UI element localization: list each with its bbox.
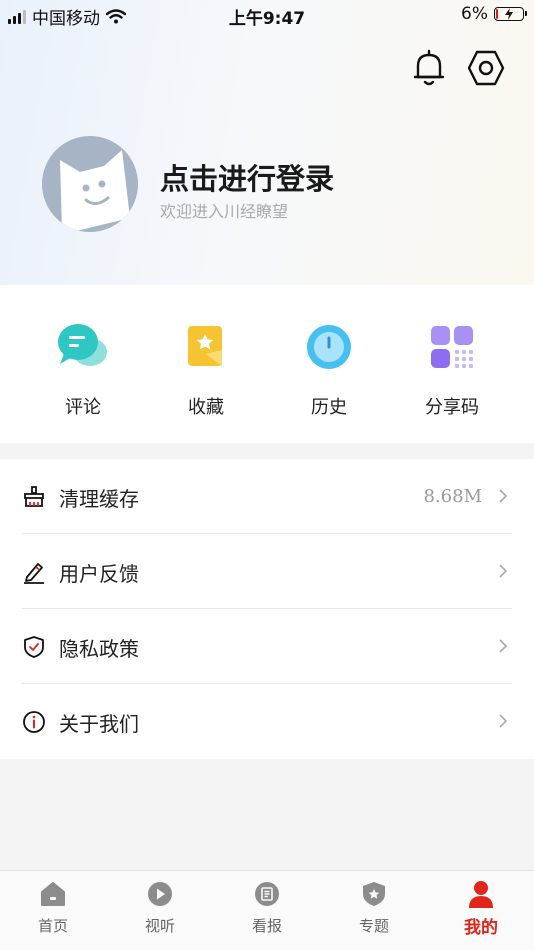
broom-icon bbox=[24, 486, 44, 507]
comment-icon bbox=[53, 317, 113, 377]
quick-action-label: 历史 bbox=[311, 397, 347, 418]
menu-item-feedback[interactable]: 用户反馈 bbox=[22, 534, 512, 609]
tab-topics[interactable]: 专题 bbox=[334, 879, 414, 936]
bottom-tab-bar: 首页 视听 看报 专题 我的 bbox=[0, 870, 534, 950]
cache-size-value: 8.68M bbox=[423, 486, 482, 507]
menu-item-label: 用户反馈 bbox=[59, 562, 139, 586]
tab-label: 看报 bbox=[251, 917, 282, 935]
settings-icon[interactable] bbox=[466, 48, 506, 88]
chevron-right-icon bbox=[499, 714, 508, 728]
quick-action-share-code[interactable]: 分享码 bbox=[390, 317, 514, 419]
favorite-icon bbox=[176, 317, 236, 377]
profile-header: 中国移动 上午9:47 6% 点击进行登录 欢迎进入川经瞭望 bbox=[0, 0, 534, 285]
quick-action-label: 评论 bbox=[65, 397, 101, 418]
tab-label: 我的 bbox=[464, 918, 498, 938]
menu-item-about[interactable]: 关于我们 bbox=[22, 684, 512, 759]
play-icon bbox=[145, 879, 175, 909]
tab-newspaper[interactable]: 看报 bbox=[227, 879, 307, 936]
menu-item-clear-cache[interactable]: 清理缓存 8.68M bbox=[22, 459, 512, 534]
quick-action-comment[interactable]: 评论 bbox=[21, 317, 145, 419]
tab-audio-video[interactable]: 视听 bbox=[120, 879, 200, 936]
chevron-right-icon bbox=[499, 639, 508, 653]
topic-icon bbox=[359, 879, 389, 909]
quick-action-label: 收藏 bbox=[188, 397, 224, 418]
tab-home[interactable]: 首页 bbox=[13, 879, 93, 936]
battery-percent: 6% bbox=[461, 4, 488, 24]
home-icon bbox=[38, 879, 68, 909]
newspaper-icon bbox=[252, 879, 282, 909]
login-prompt[interactable]: 点击进行登录 bbox=[160, 156, 334, 198]
avatar[interactable] bbox=[42, 136, 138, 232]
menu-item-label: 关于我们 bbox=[59, 712, 139, 736]
clock: 上午9:47 bbox=[228, 9, 306, 29]
menu-item-label: 清理缓存 bbox=[59, 487, 139, 511]
info-icon bbox=[23, 711, 45, 733]
tab-label: 首页 bbox=[37, 917, 68, 935]
quick-action-history[interactable]: 历史 bbox=[267, 317, 391, 419]
quick-actions: 评论 收藏 历史 分享码 bbox=[0, 285, 534, 443]
status-bar: 中国移动 上午9:47 6% bbox=[0, 0, 534, 30]
bell-icon[interactable] bbox=[409, 48, 449, 88]
tab-label: 视听 bbox=[144, 917, 175, 935]
tab-label: 专题 bbox=[358, 917, 389, 935]
quick-action-favorite[interactable]: 收藏 bbox=[144, 317, 268, 419]
chevron-right-icon bbox=[499, 489, 508, 503]
menu-item-label: 隐私政策 bbox=[59, 637, 139, 661]
settings-menu: 清理缓存 8.68M 用户反馈 隐私政策 关于我们 bbox=[0, 459, 534, 759]
battery-icon bbox=[494, 7, 527, 21]
pencil-icon bbox=[24, 563, 44, 584]
quick-action-label: 分享码 bbox=[425, 397, 479, 418]
welcome-subtitle: 欢迎进入川经瞭望 bbox=[160, 202, 289, 221]
history-icon bbox=[299, 317, 359, 377]
share-code-icon bbox=[422, 317, 482, 377]
tab-mine[interactable]: 我的 bbox=[441, 879, 521, 938]
user-icon bbox=[466, 879, 496, 909]
chevron-right-icon bbox=[499, 564, 508, 578]
menu-item-privacy[interactable]: 隐私政策 bbox=[22, 609, 512, 684]
shield-icon bbox=[24, 636, 44, 658]
